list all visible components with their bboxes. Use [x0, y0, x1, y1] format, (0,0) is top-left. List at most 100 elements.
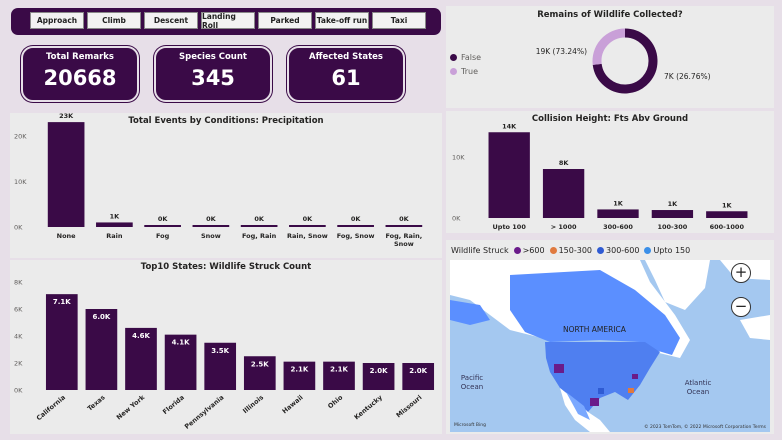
data-label: 0K: [303, 215, 314, 223]
x-tick-label: Pennsylvania: [183, 393, 225, 430]
phase-button-landing-roll[interactable]: Landing Roll: [201, 12, 255, 30]
height-bar-chart: 0K 10K 14K Upto 100 8K > 1000 1K 300-600 1K 100-3…: [452, 122, 748, 231]
data-label: 1K: [110, 212, 121, 220]
data-label: 0K: [254, 215, 265, 223]
kpi-affected-states: Affected States 61: [287, 46, 405, 102]
map-legend-item[interactable]: 300-600: [597, 246, 639, 255]
map-legend: Wildlife Struck >600 150-300 300-600 Upt…: [451, 246, 690, 255]
y-tick-label: 0K: [14, 387, 23, 395]
bar[interactable]: [47, 122, 85, 227]
bar[interactable]: [144, 225, 181, 227]
data-label: 2.0K: [409, 367, 427, 375]
map-label-atlantic: Atlantic Ocean: [685, 379, 712, 396]
map-label-continent: NORTH AMERICA: [563, 325, 627, 334]
data-label: 0K: [399, 215, 410, 223]
phase-button-parked[interactable]: Parked: [258, 12, 312, 29]
data-label: 1K: [613, 199, 624, 207]
donut-panel: Remains of Wildlife Collected? False Tru…: [446, 6, 774, 108]
kpi-value: 20668: [43, 66, 117, 90]
data-label: 0K: [158, 215, 169, 223]
bar[interactable]: [192, 225, 230, 227]
kpi-title: Species Count: [179, 52, 247, 62]
legend-label: >600: [522, 246, 545, 255]
y-tick-label: 2K: [14, 360, 23, 368]
bar[interactable]: [542, 169, 585, 218]
y-tick-label: 10K: [14, 178, 27, 186]
map-legend-item[interactable]: >600: [513, 246, 545, 255]
x-tick-label: 100-300: [657, 223, 687, 231]
zoom-in-button[interactable]: +: [731, 263, 751, 283]
x-tick-label: Snow: [201, 232, 221, 240]
y-tick-label: 0K: [14, 224, 23, 232]
map-panel: Wildlife Struck >600 150-300 300-600 Upt…: [446, 240, 774, 434]
map-region-150-300: [628, 388, 634, 393]
x-tick-label: Missouri: [395, 393, 424, 419]
zoom-out-button[interactable]: −: [731, 297, 751, 317]
legend-dot: [513, 247, 521, 254]
donut-slice-true[interactable]: [592, 28, 626, 65]
bar[interactable]: [45, 294, 78, 390]
data-label: 0K: [206, 215, 217, 223]
phase-button-take-off-run[interactable]: Take-off run: [315, 12, 369, 29]
map-legend-title: Wildlife Struck: [451, 246, 509, 255]
bar[interactable]: [488, 132, 530, 218]
precipitation-panel: Total Events by Conditions: Precipitatio…: [10, 113, 442, 258]
y-tick-label: 6K: [14, 306, 23, 314]
phase-button-approach[interactable]: Approach: [30, 12, 84, 29]
height-panel: Collision Height: Fts Abv Ground 0K 10K 14…: [446, 111, 774, 233]
legend-label: 300-600: [606, 246, 640, 255]
kpi-title: Total Remarks: [46, 52, 114, 62]
x-tick-label: Florida: [161, 393, 186, 416]
y-tick-label: 8K: [14, 279, 23, 287]
kpi-species-count: Species Count 345: [154, 46, 272, 102]
bar[interactable]: [651, 210, 694, 218]
phase-button-descent[interactable]: Descent: [144, 12, 198, 29]
map-legend-item[interactable]: Upto 150: [644, 246, 690, 255]
data-label: 7K (26.76%): [664, 72, 711, 81]
phase-button-taxi[interactable]: Taxi: [372, 12, 426, 29]
data-label: 2.0K: [370, 367, 388, 375]
bar[interactable]: [289, 225, 326, 227]
map-canvas[interactable]: NORTH AMERICA Pacific Ocean Atlantic Ocean…: [450, 260, 770, 432]
map-region-over-600: [554, 364, 564, 373]
data-label: 4.1K: [172, 339, 190, 347]
bar[interactable]: [337, 225, 374, 227]
data-label: 0K: [351, 215, 362, 223]
map-credit: © 2023 TomTom, © 2022 Microsoft Corporat…: [644, 423, 767, 430]
legend-label: 150-300: [558, 246, 593, 255]
data-label: 2.1K: [290, 366, 308, 374]
x-tick-label: Fog: [156, 232, 170, 240]
x-tick-label: California: [35, 393, 67, 422]
x-tick-label: Fog, Rain: [242, 232, 277, 240]
x-tick-label: Rain, Snow: [287, 232, 328, 240]
x-tick-label: 600-1000: [710, 223, 745, 231]
bar[interactable]: [240, 225, 278, 227]
x-tick-label: None: [57, 232, 77, 240]
bar[interactable]: [597, 209, 639, 218]
kpi-title: Affected States: [309, 52, 383, 62]
data-label: 1K: [722, 201, 733, 209]
map-region-over-600: [590, 398, 599, 406]
phase-filter-bar: Approach Climb Descent Landing Roll Park…: [11, 8, 441, 35]
x-tick-label: Upto 100: [493, 223, 527, 231]
legend-dot: [644, 247, 652, 254]
bar[interactable]: [385, 225, 423, 227]
x-tick-label: Ohio: [326, 393, 344, 410]
x-tick-label: Illinois: [241, 393, 265, 415]
data-label: 7.1K: [53, 298, 71, 306]
data-label: 4.6K: [132, 332, 150, 340]
x-tick-label: Texas: [86, 393, 107, 412]
bar[interactable]: [96, 222, 133, 227]
legend-label: Upto 150: [653, 246, 691, 255]
data-label: 19K (73.24%): [536, 47, 587, 56]
bar[interactable]: [706, 211, 748, 218]
phase-button-climb[interactable]: Climb: [87, 12, 141, 29]
map-region-300-600: [598, 388, 604, 394]
data-label: 14K: [502, 122, 517, 130]
precipitation-bar-chart: 0K 10K 20K 23K None 1K Rain 0K Fog 0K Snow 0K Fog, R…: [14, 113, 423, 248]
data-label: 2.5K: [251, 360, 269, 368]
map-legend-item[interactable]: 150-300: [549, 246, 593, 255]
data-label: 6.0K: [92, 313, 110, 321]
bar[interactable]: [85, 309, 118, 390]
map-bing-logo: Microsoft Bing: [454, 422, 486, 428]
